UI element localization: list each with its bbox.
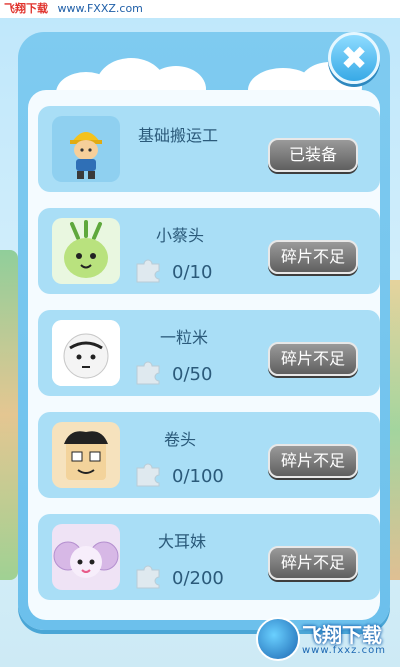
fragment-progress: 0/200	[172, 568, 224, 589]
puzzle-piece-icon	[136, 259, 160, 283]
character-card-yilimi[interactable]: 一粒米 0/50 碎片不足	[38, 310, 380, 396]
character-name: 基础搬运工	[138, 126, 219, 145]
equipped-button[interactable]: 已装备	[268, 138, 358, 172]
background-left-decor	[0, 250, 18, 580]
fragment-progress: 0/100	[172, 466, 224, 487]
curly-hair-icon	[52, 422, 120, 488]
logo-url: www.fxxz.com	[302, 645, 386, 656]
character-name: 一粒米	[160, 328, 209, 347]
worker-icon	[52, 116, 120, 182]
worker-avatar	[52, 116, 120, 182]
character-card-juantou[interactable]: 卷头 0/100 碎片不足	[38, 412, 380, 498]
puzzle-piece-icon	[136, 463, 160, 487]
character-name: 大耳妹	[158, 532, 207, 551]
character-name: 小蔡头	[156, 226, 205, 245]
character-card-basic-worker[interactable]: 基础搬运工 已装备	[38, 106, 380, 192]
character-card-daermei[interactable]: 大耳妹 0/200 碎片不足	[38, 514, 380, 600]
rice-grain-icon	[52, 320, 120, 386]
character-name: 卷头	[164, 430, 197, 449]
watermark-logo: 飞翔下载 www.fxxz.com	[256, 615, 386, 661]
logo-icon	[256, 617, 300, 661]
character-select-panel: ✖ 基础搬运工 已装备 小蔡头 0/10 碎片不足 一粒米 0/50 碎片不足 …	[18, 32, 390, 630]
juantou-avatar	[52, 422, 120, 488]
fragment-progress: 0/10	[172, 262, 213, 283]
insufficient-fragments-button[interactable]: 碎片不足	[268, 444, 358, 478]
insufficient-fragments-button[interactable]: 碎片不足	[268, 240, 358, 274]
watermark-bar: 飞翔下载 www.FXXZ.com	[0, 0, 400, 18]
fragment-progress: 0/50	[172, 364, 213, 385]
close-button[interactable]: ✖	[328, 32, 380, 84]
xiaocaitou-avatar	[52, 218, 120, 284]
puzzle-piece-icon	[136, 565, 160, 589]
big-ear-girl-icon	[52, 524, 120, 590]
watermark-url: www.FXXZ.com	[57, 2, 143, 15]
yilimi-avatar	[52, 320, 120, 386]
cabbage-icon	[52, 218, 120, 284]
logo-title: 飞翔下载	[302, 623, 382, 647]
character-card-xiaocaitou[interactable]: 小蔡头 0/10 碎片不足	[38, 208, 380, 294]
insufficient-fragments-button[interactable]: 碎片不足	[268, 546, 358, 580]
insufficient-fragments-button[interactable]: 碎片不足	[268, 342, 358, 376]
daermei-avatar	[52, 524, 120, 590]
puzzle-piece-icon	[136, 361, 160, 385]
watermark-brand: 飞翔下载	[4, 2, 48, 15]
close-icon: ✖	[340, 39, 368, 77]
